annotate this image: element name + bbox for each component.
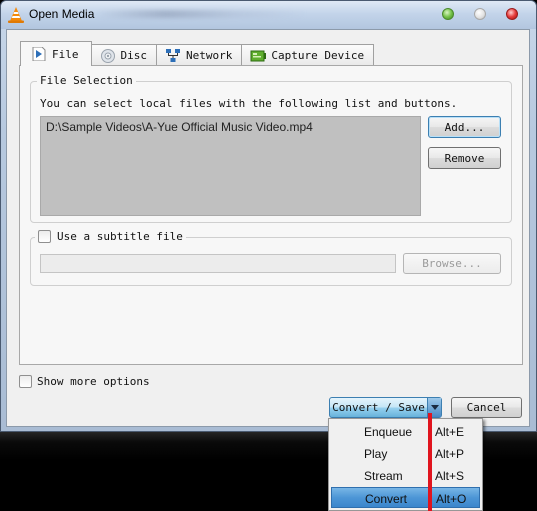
tab-network[interactable]: Network [156,44,243,66]
minimize-button[interactable] [442,8,454,20]
tab-capture-device-label: Capture Device [271,49,365,62]
maximize-button[interactable] [474,8,486,20]
tab-disc-label: Disc [120,49,148,62]
show-more-options-checkbox[interactable] [19,375,32,388]
show-more-options-label: Show more options [37,375,150,388]
disc-icon [100,48,115,63]
window-title: Open Media [29,7,95,21]
browse-button[interactable]: Browse... [403,253,501,274]
menu-item-shortcut: Alt+O [436,492,467,506]
menu-item-shortcut: Alt+P [435,447,465,461]
convert-save-label: Convert / Save [332,401,425,414]
vlc-cone-icon [8,7,24,23]
subtitle-checkbox-label: Use a subtitle file [57,230,183,243]
file-list[interactable]: D:\Sample Videos\A-Yue Official Music Vi… [40,116,421,216]
tab-bar: File Disc Network Capture Device [20,41,375,66]
menu-item-convert[interactable]: Convert Alt+O [331,487,480,508]
menu-item-shortcut: Alt+E [435,425,465,439]
title-bar[interactable]: Open Media [1,1,536,29]
remove-button[interactable]: Remove [428,147,501,169]
file-selection-title: File Selection [37,74,136,87]
dialog-client-area: File Disc Network Capture Device File Se… [6,29,530,427]
tab-file-label: File [52,47,79,61]
tab-disc[interactable]: Disc [90,44,157,66]
menu-item-play[interactable]: Play Alt+P [331,443,480,464]
menu-item-label: Convert [365,492,408,506]
convert-save-dropdown-menu: Enqueue Alt+E Play Alt+P Stream Alt+S Co… [328,418,483,511]
subtitle-group-title: Use a subtitle file [35,230,186,243]
menu-item-enqueue[interactable]: Enqueue Alt+E [331,421,480,442]
tab-network-label: Network [186,49,233,62]
file-selection-description: You can select local files with the foll… [40,97,458,110]
show-more-options[interactable]: Show more options [19,375,150,388]
menu-item-label: Enqueue [364,425,413,439]
file-list-item[interactable]: D:\Sample Videos\A-Yue Official Music Vi… [46,120,313,134]
add-button[interactable]: Add... [428,116,501,138]
menu-item-label: Play [364,447,388,461]
open-media-dialog: Open Media File Disc Network Capture Dev… [0,0,537,432]
tab-capture-device[interactable]: Capture Device [241,44,375,66]
title-bar-blur [96,10,306,18]
menu-item-shortcut: Alt+S [435,469,465,483]
chevron-down-icon [430,405,439,410]
cancel-button[interactable]: Cancel [451,397,522,418]
subtitle-group: Use a subtitle file Browse... [30,230,512,286]
tab-file[interactable]: File [20,41,92,66]
annotation-marker-line [428,413,432,511]
file-play-icon [32,47,46,61]
menu-item-stream[interactable]: Stream Alt+S [331,465,480,486]
convert-save-button[interactable]: Convert / Save [329,397,442,418]
subtitle-path-input[interactable] [40,254,396,273]
network-icon [166,48,180,62]
menu-item-label: Stream [364,469,403,483]
file-tab-panel: File Selection You can select local file… [19,65,523,365]
capture-card-icon [250,50,267,61]
file-selection-group: File Selection You can select local file… [30,74,512,223]
subtitle-checkbox[interactable] [38,230,51,243]
close-button[interactable] [506,8,518,20]
